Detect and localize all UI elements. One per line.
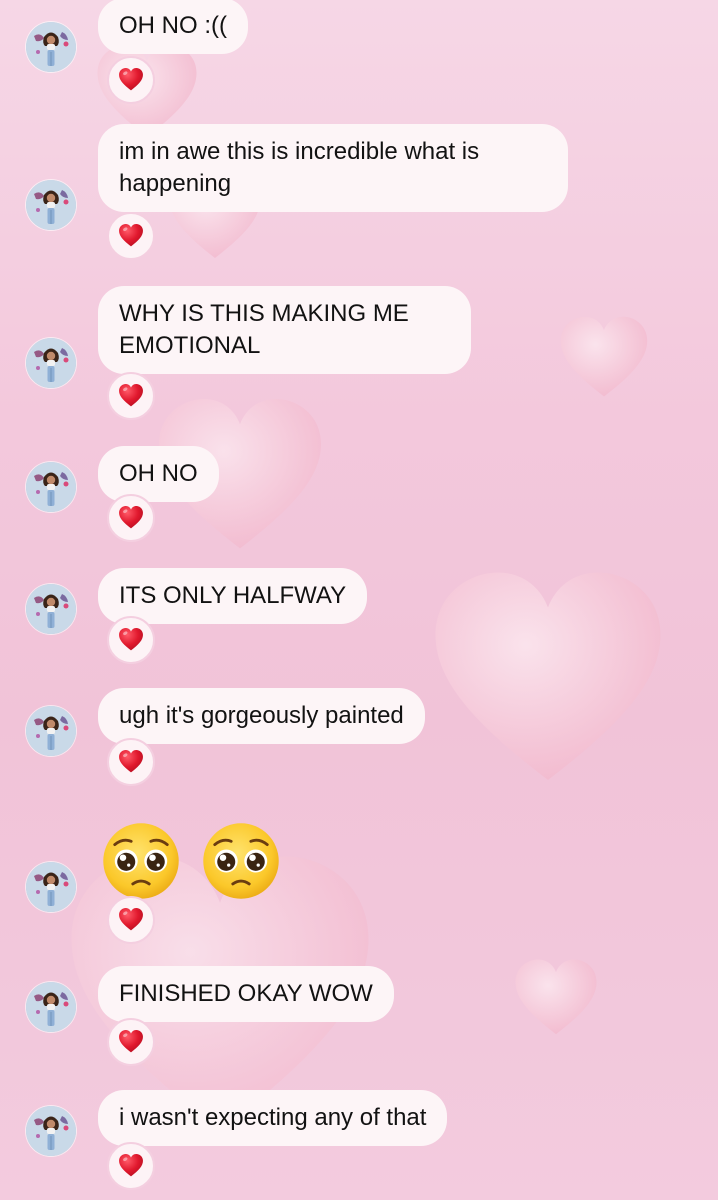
- heart-reaction[interactable]: [107, 738, 155, 786]
- message-bubble[interactable]: ugh it's gorgeously painted: [98, 688, 425, 744]
- message-bubble[interactable]: im in awe this is incredible what is hap…: [98, 124, 568, 212]
- heart-icon: [118, 627, 144, 653]
- heart-icon: [118, 223, 144, 249]
- heart-reaction[interactable]: [107, 1018, 155, 1066]
- heart-icon: [118, 749, 144, 775]
- heart-icon: [118, 383, 144, 409]
- avatar[interactable]: [26, 462, 76, 512]
- avatar[interactable]: [26, 862, 76, 912]
- heart-icon: [118, 907, 144, 933]
- pleading-face-icon: [100, 820, 182, 902]
- heart-reaction[interactable]: [107, 616, 155, 664]
- heart-icon: [118, 1153, 144, 1179]
- background-heart-icon: [560, 316, 648, 397]
- avatar[interactable]: [26, 982, 76, 1032]
- message-bubble[interactable]: OH NO: [98, 446, 219, 502]
- avatar[interactable]: [26, 584, 76, 634]
- heart-icon: [118, 505, 144, 531]
- heart-icon: [118, 1029, 144, 1055]
- heart-reaction[interactable]: [107, 56, 155, 104]
- emoji-message[interactable]: [100, 820, 282, 902]
- avatar[interactable]: [26, 180, 76, 230]
- message-bubble[interactable]: i wasn't expecting any of that: [98, 1090, 448, 1146]
- background-heart-icon: [515, 959, 597, 1035]
- avatar[interactable]: [26, 22, 76, 72]
- background-heart-icon: [435, 572, 661, 780]
- heart-icon: [118, 67, 144, 93]
- avatar[interactable]: [26, 338, 76, 388]
- avatar[interactable]: [26, 1106, 76, 1156]
- message-bubble[interactable]: ITS ONLY HALFWAY: [98, 568, 368, 624]
- heart-reaction[interactable]: [107, 1142, 155, 1190]
- heart-reaction[interactable]: [107, 372, 155, 420]
- avatar[interactable]: [26, 706, 76, 756]
- message-bubble[interactable]: WHY IS THIS MAKING ME EMOTIONAL: [98, 286, 471, 374]
- heart-reaction[interactable]: [107, 212, 155, 260]
- pleading-face-icon: [200, 820, 282, 902]
- heart-reaction[interactable]: [107, 896, 155, 944]
- heart-reaction[interactable]: [107, 494, 155, 542]
- message-bubble[interactable]: OH NO :((: [98, 0, 248, 54]
- message-bubble[interactable]: FINISHED OKAY WOW: [98, 966, 394, 1022]
